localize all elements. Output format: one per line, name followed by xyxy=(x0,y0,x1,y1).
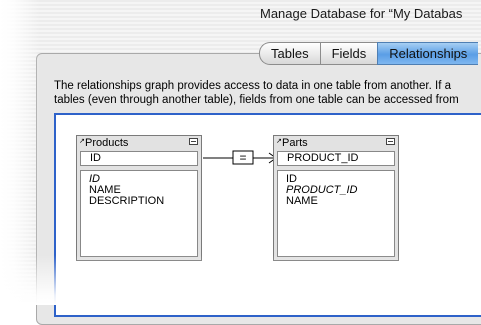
field-item[interactable]: NAME xyxy=(286,196,394,207)
relationships-graph[interactable]: = ↗ Products ID ID NAME DESCRIPTION ↗ Pa… xyxy=(54,113,481,317)
tab-fields[interactable]: Fields xyxy=(319,42,378,65)
field-item[interactable]: DESCRIPTION xyxy=(89,196,197,207)
table-header[interactable]: ↗ Parts xyxy=(274,136,398,150)
manage-database-window: Manage Database for “My Databas Tables F… xyxy=(0,0,481,325)
key-field-label: ID xyxy=(90,152,101,164)
key-field-label: PRODUCT_ID xyxy=(287,152,359,164)
collapse-toggle-icon[interactable] xyxy=(386,138,395,145)
table-occurrence-products[interactable]: ↗ Products ID ID NAME DESCRIPTION xyxy=(76,135,202,261)
table-occurrence-parts[interactable]: ↗ Parts PRODUCT_ID ID PRODUCT_ID NAME xyxy=(273,135,399,261)
tab-relationships[interactable]: Relationships xyxy=(377,42,479,65)
table-name: Parts xyxy=(282,137,308,149)
expand-arrow-icon: ↗ xyxy=(79,138,85,145)
window-title: Manage Database for “My Databas xyxy=(260,6,463,21)
key-field-row[interactable]: ID xyxy=(80,151,198,166)
key-field-row[interactable]: PRODUCT_ID xyxy=(277,151,395,166)
relationship-operator: = xyxy=(239,151,246,165)
collapse-toggle-icon[interactable] xyxy=(189,138,198,145)
expand-arrow-icon: ↗ xyxy=(276,138,282,145)
table-name: Products xyxy=(85,137,129,149)
tab-tables[interactable]: Tables xyxy=(259,42,320,65)
field-list[interactable]: ID NAME DESCRIPTION xyxy=(80,170,198,257)
description-line-2: tables (even through another table), fie… xyxy=(54,94,459,106)
tab-bar: Tables Fields Relationships xyxy=(259,42,479,65)
description-line-1: The relationships graph provides access … xyxy=(54,80,451,92)
description-text: The relationships graph provides access … xyxy=(54,79,459,107)
table-header[interactable]: ↗ Products xyxy=(77,136,201,150)
field-list[interactable]: ID PRODUCT_ID NAME xyxy=(277,170,395,257)
